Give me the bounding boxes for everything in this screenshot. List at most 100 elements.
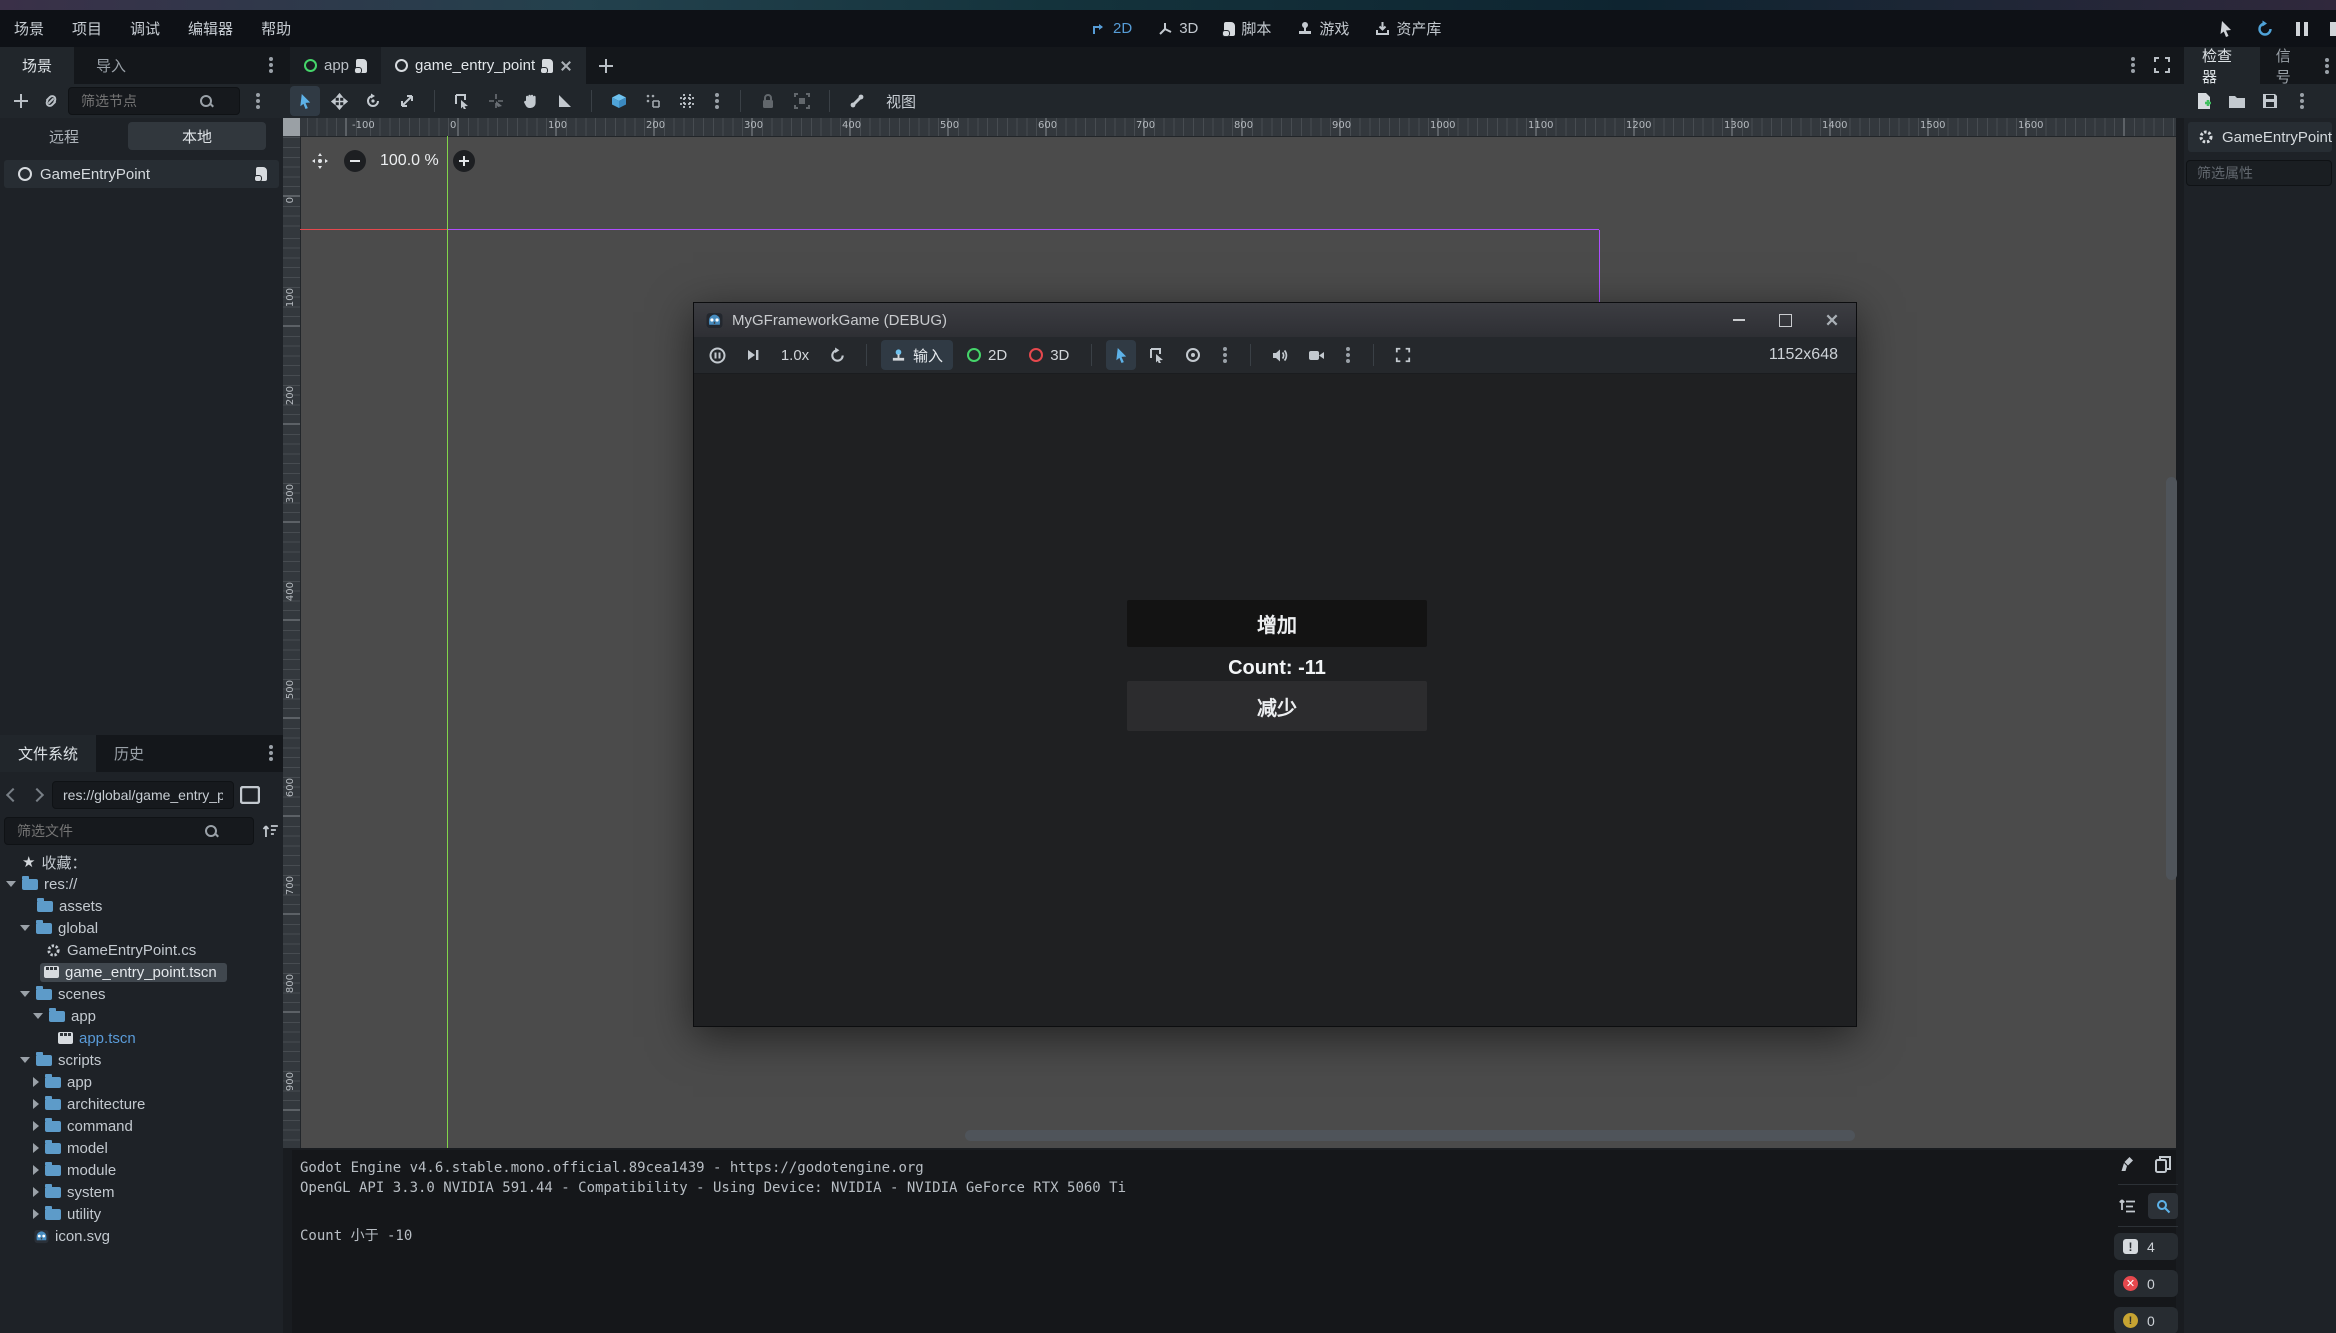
viewport-hscrollbar[interactable]: [965, 1130, 1855, 1141]
snap-options-menu-icon[interactable]: [706, 86, 728, 116]
tab-inspector[interactable]: 检查器: [2184, 47, 2260, 84]
game-window-titlebar[interactable]: MyGFrameworkGame (DEBUG): [694, 303, 1856, 337]
remote-button[interactable]: 远程: [0, 122, 128, 150]
inspector-menu-icon[interactable]: [2294, 86, 2310, 116]
load-resource-icon[interactable]: [2228, 94, 2246, 109]
minimize-icon[interactable]: [1733, 319, 1745, 321]
copy-output-icon[interactable]: [2155, 1156, 2171, 1173]
tree-row-game-entry-point-tscn[interactable]: game_entry_point.tscn: [0, 961, 283, 983]
zoom-out-button[interactable]: [344, 150, 366, 172]
tree-row-global[interactable]: global: [0, 917, 283, 939]
game-select-tool-button[interactable]: [1106, 340, 1136, 370]
embed-cursor-icon[interactable]: [2218, 20, 2234, 38]
tree-row-icon-svg[interactable]: icon.svg: [0, 1225, 283, 1247]
view-menu-button[interactable]: 视图: [876, 86, 926, 116]
ruler-tool-button[interactable]: [549, 86, 579, 116]
game-window[interactable]: MyGFrameworkGame (DEBUG) 1.0x: [693, 302, 1857, 1027]
menu-editor[interactable]: 编辑器: [188, 18, 233, 39]
add-node-button[interactable]: [8, 88, 34, 114]
expand-icon[interactable]: [33, 1143, 39, 1153]
filter-files-field[interactable]: [15, 822, 204, 840]
expand-icon[interactable]: [33, 1187, 39, 1197]
scene-tab-list-icon[interactable]: [2120, 52, 2146, 78]
split-view-icon[interactable]: [240, 786, 260, 804]
fullscreen-button[interactable]: [1388, 340, 1418, 370]
restart-game-icon[interactable]: [2256, 20, 2274, 38]
inspector-dock-menu-icon[interactable]: [2318, 47, 2336, 84]
nav-back-button[interactable]: [4, 782, 22, 808]
tree-row-model[interactable]: model: [0, 1137, 283, 1159]
scene-script-icon[interactable]: [542, 59, 553, 73]
game-options-menu-icon[interactable]: [1214, 340, 1236, 370]
workspace-assetlib[interactable]: 资产库: [1375, 18, 1441, 39]
rotate-tool-button[interactable]: [358, 86, 388, 116]
movie-options-menu-icon[interactable]: [1337, 340, 1359, 370]
collapse-log-icon[interactable]: [2118, 1198, 2136, 1215]
inspector-node-row[interactable]: GameEntryPoint.: [2188, 122, 2332, 152]
tab-scene-dock[interactable]: 场景: [0, 47, 74, 84]
camera-override-button[interactable]: [1178, 340, 1208, 370]
select-tool-button[interactable]: [290, 86, 320, 116]
distraction-free-icon[interactable]: [2153, 56, 2171, 74]
scene-root-node-row[interactable]: GameEntryPoint: [4, 160, 279, 188]
sort-files-icon[interactable]: [262, 823, 279, 839]
dock-menu-icon[interactable]: [258, 52, 284, 78]
tab-filesystem[interactable]: 文件系统: [0, 735, 96, 772]
speed-multiplier-button[interactable]: 1.0x: [774, 340, 816, 370]
pan-tool-button[interactable]: [515, 86, 545, 116]
viewport-vscrollbar[interactable]: [2166, 477, 2177, 880]
close-window-icon[interactable]: [1825, 313, 1838, 326]
collapse-icon[interactable]: [20, 925, 30, 931]
menu-project[interactable]: 项目: [72, 18, 102, 39]
input-mode-button[interactable]: 输入: [881, 340, 953, 370]
grid-snap-button[interactable]: [638, 86, 668, 116]
tree-row-scripts-app[interactable]: app: [0, 1071, 283, 1093]
collapse-icon[interactable]: [20, 991, 30, 997]
restart-scene-button[interactable]: [822, 340, 852, 370]
path-field[interactable]: [52, 781, 234, 809]
filter-files-input[interactable]: [4, 817, 254, 845]
tree-row-app-tscn[interactable]: app.tscn: [0, 1027, 283, 1049]
pause-game-icon[interactable]: [2296, 22, 2308, 36]
nav-forward-button[interactable]: [28, 782, 46, 808]
filter-nodes-field[interactable]: [79, 92, 193, 110]
menu-debug[interactable]: 调试: [130, 18, 160, 39]
workspace-3d[interactable]: 3D: [1158, 20, 1198, 37]
next-frame-button[interactable]: [738, 340, 768, 370]
collapse-icon[interactable]: [20, 1057, 30, 1063]
collapse-icon[interactable]: [6, 881, 16, 887]
skeleton-options-button[interactable]: [842, 86, 872, 116]
zoom-in-button[interactable]: [453, 150, 475, 172]
mute-audio-button[interactable]: [1265, 340, 1295, 370]
tree-row-system[interactable]: system: [0, 1181, 283, 1203]
menu-help[interactable]: 帮助: [261, 18, 291, 39]
new-resource-icon[interactable]: [2196, 92, 2212, 110]
attached-script-icon[interactable]: [256, 167, 267, 181]
close-tab-icon[interactable]: [560, 60, 572, 72]
tree-row-res[interactable]: res://: [0, 873, 283, 895]
tree-row-assets[interactable]: assets: [0, 895, 283, 917]
position-select-button[interactable]: [481, 86, 511, 116]
group-button[interactable]: [787, 86, 817, 116]
tree-row-scripts[interactable]: scripts: [0, 1049, 283, 1071]
pause-game-button[interactable]: [702, 340, 732, 370]
expand-icon[interactable]: [33, 1099, 39, 1109]
scene-script-icon[interactable]: [356, 59, 367, 73]
tree-row-module[interactable]: module: [0, 1159, 283, 1181]
instance-scene-icon[interactable]: [42, 92, 60, 110]
tab-import-dock[interactable]: 导入: [74, 47, 148, 84]
warnings-filter-badge[interactable]: ! 0: [2114, 1307, 2178, 1333]
filter-properties-field[interactable]: [2186, 160, 2332, 186]
zoom-level[interactable]: 100.0 %: [380, 152, 439, 170]
tree-row-gameentrypoint-cs[interactable]: GameEntryPoint.cs: [0, 939, 283, 961]
scene-tab-game-entry-point[interactable]: game_entry_point: [381, 47, 586, 84]
filter-nodes-input[interactable]: [68, 87, 240, 115]
center-view-icon[interactable]: [310, 151, 330, 171]
scene-tab-app[interactable]: app: [290, 47, 381, 84]
tree-row-command[interactable]: command: [0, 1115, 283, 1137]
new-scene-tab-button[interactable]: [586, 47, 626, 84]
clear-output-icon[interactable]: [2120, 1156, 2137, 1173]
local-button[interactable]: 本地: [128, 122, 266, 150]
game-list-select-button[interactable]: [1142, 340, 1172, 370]
search-log-button[interactable]: [2148, 1193, 2178, 1219]
